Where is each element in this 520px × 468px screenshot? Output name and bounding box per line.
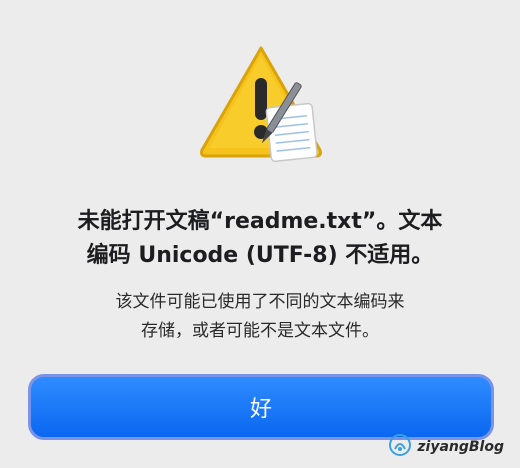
watermark: ziyangBlog: [389, 434, 504, 460]
ok-button-label: 好: [249, 397, 272, 422]
warning-icon: [196, 42, 326, 172]
dialog-message-line-2: 存储，或者可能不是文本文件。: [141, 321, 379, 341]
dialog-message-line-1: 该文件可能已使用了不同的文本编码来: [115, 292, 405, 312]
ok-button[interactable]: 好: [28, 374, 494, 440]
dialog-title: 未能打开文稿“readme.txt”。文本 编码 Unicode (UTF-8)…: [40, 205, 480, 273]
watermark-text: ziyangBlog: [417, 439, 504, 455]
signal-logo-icon: [389, 434, 412, 460]
dialog-title-line-2: 编码 Unicode (UTF-8) 不适用。: [86, 243, 434, 268]
dialog-title-line-1: 未能打开文稿“readme.txt”。文本: [77, 209, 443, 234]
alert-dialog: 未能打开文稿“readme.txt”。文本 编码 Unicode (UTF-8)…: [0, 0, 520, 468]
dialog-message: 该文件可能已使用了不同的文本编码来 存储，或者可能不是文本文件。: [50, 288, 470, 346]
